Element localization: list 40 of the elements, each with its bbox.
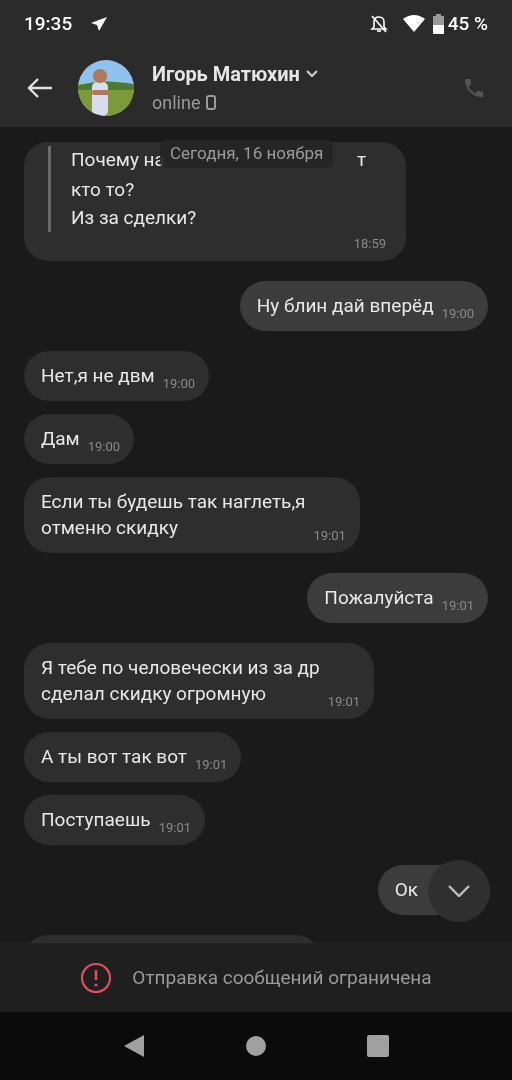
clock: 19:35 [24, 10, 73, 37]
message-text: Дам [41, 426, 80, 452]
message-time: 19:01 [313, 526, 346, 545]
online-status: online [152, 91, 201, 115]
message-text: Ок [394, 877, 418, 903]
message-text: кто то? Из за сделки? [71, 176, 198, 231]
chevron-down-icon [305, 70, 318, 78]
message-text: А ты вот так вот [41, 744, 187, 770]
bell-off-icon [368, 14, 389, 34]
chevron-down-icon [448, 885, 470, 897]
message-text: Если ты будешь так наглеть,я отменю скидку [41, 489, 306, 541]
message-time: 19:01 [441, 596, 474, 615]
home-button[interactable] [245, 1035, 267, 1057]
back-triangle-icon [123, 1034, 145, 1058]
message-text: Нет,я не двм [41, 363, 155, 389]
battery-icon [432, 14, 444, 34]
nav-back-button[interactable] [123, 1034, 145, 1058]
home-circle-icon [245, 1035, 267, 1057]
message-time: 19:01 [195, 755, 228, 774]
restriction-notice: Отправка сообщений ограничена [132, 964, 432, 991]
message-text: Ну блин дай вперёд [256, 293, 434, 319]
message-text: Я тебе по человечески из за др сделал скидку огромную [41, 655, 320, 707]
message-text: Поступаешь [41, 807, 151, 833]
paper-plane-icon [90, 16, 109, 32]
battery-percent: 45 % [447, 10, 488, 37]
message-time: 18:59 [353, 234, 386, 253]
message-time: 19:00 [162, 374, 196, 393]
phone-icon [206, 95, 217, 110]
alert-icon [80, 962, 113, 994]
message-time: 19:01 [158, 818, 191, 837]
back-arrow-icon [26, 76, 54, 99]
wifi-icon [402, 15, 425, 33]
message-time: 19:01 [327, 692, 361, 711]
message-text: т [356, 147, 367, 174]
message-time: 19:00 [87, 437, 121, 456]
contact-name: Игорь Матюхин [152, 61, 300, 88]
recents-square-icon [367, 1035, 389, 1057]
message-time: 19:00 [441, 304, 474, 323]
date-badge: Сегодня, 16 ноября [160, 140, 334, 168]
message-text: Пожалуйста [324, 585, 434, 611]
